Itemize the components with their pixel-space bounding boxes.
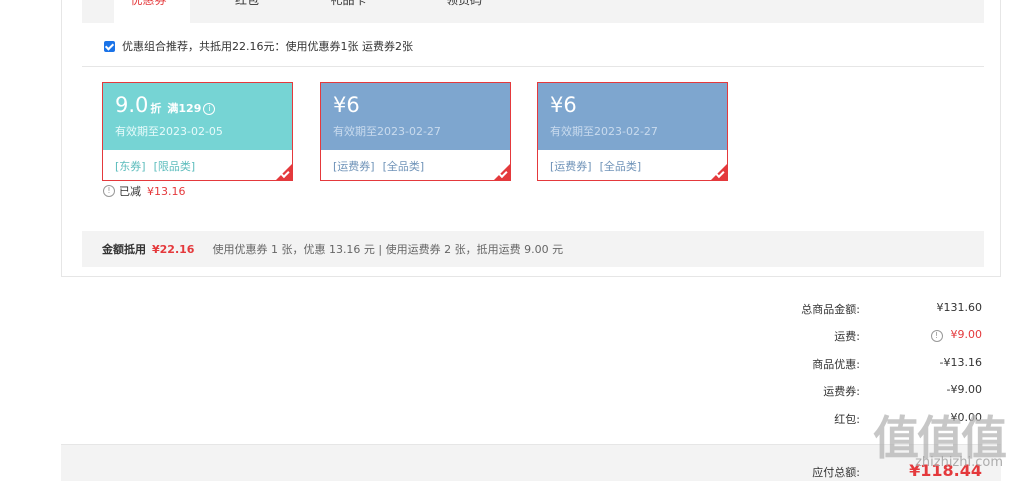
coupon-tag: [运费券] [550, 160, 592, 173]
tab-coupons-dot: • [168, 0, 174, 2]
coupon-tag: [运费券] [333, 160, 375, 173]
info-icon[interactable]: ! [930, 330, 943, 342]
coupon-unit: 折 [150, 102, 162, 115]
coupon-amount: ¥6 [333, 93, 360, 117]
goods-discount-value: -¥13.16 [939, 356, 982, 369]
payable-label: 应付总额: [812, 466, 860, 479]
coupon-value: ¥6 [333, 93, 360, 117]
tab-coupons[interactable]: 优惠券• [114, 0, 190, 23]
coupon-condition: 满129 [167, 102, 202, 115]
total-goods-value: ¥131.60 [936, 301, 983, 314]
tab-gift-cards-dot: • [368, 0, 374, 2]
freight-coupon-row: 运费券: -¥9.00 [682, 383, 982, 403]
coupon-card[interactable]: 9.0 折满129 i 有效期至2023-02-05 [东券] [限品类] [102, 82, 293, 181]
reduced-amount: ! 已减 ¥13.16 [103, 183, 186, 199]
tab-coupons-label: 优惠券 [130, 0, 167, 7]
summary-amount: ¥22.16 [152, 242, 195, 256]
combo-recommendation: 优惠组合推荐，共抵用22.16元：使用优惠券1张 运费券2张 [104, 38, 413, 54]
coupon-head: ¥6 有效期至2023-02-27 [538, 83, 727, 150]
coupon-head: 9.0 折满129 i 有效期至2023-02-05 [103, 83, 292, 150]
coupon-tag: [全品类] [382, 160, 425, 173]
coupon-value: 9.0 折满129 i [115, 93, 216, 117]
coupon-tags: [运费券] [全品类] [333, 158, 432, 174]
coupon-card[interactable]: ¥6 有效期至2023-02-27 [运费券] [全品类] [320, 82, 511, 181]
goods-discount-row: 商品优惠: -¥13.16 [682, 356, 982, 376]
freight-coupon-label: 运费券: [823, 385, 860, 398]
coupon-validity: 有效期至2023-02-27 [333, 125, 441, 138]
tab-red-packets-label: 红包 [234, 0, 259, 7]
freight-value: ¥9.00 [950, 328, 983, 341]
coupon-card[interactable]: ¥6 有效期至2023-02-27 [运费券] [全品类] [537, 82, 728, 181]
combo-checkbox[interactable] [104, 40, 115, 52]
tab-pickup-codes[interactable]: 领货码 [432, 0, 496, 23]
freight-label: 运费: [834, 330, 860, 343]
red-packet-label: 红包: [834, 413, 860, 426]
summary-detail: 使用优惠券 1 张，优惠 13.16 元 | 使用运费券 2 张，抵用运费 9.… [212, 243, 564, 256]
coupon-amount: ¥6 [550, 93, 577, 117]
coupon-tags: [运费券] [全品类] [550, 158, 649, 174]
reduced-value: ¥13.16 [147, 184, 186, 198]
total-goods-label: 总商品金额: [801, 303, 860, 316]
coupon-amount: 9.0 [115, 93, 149, 117]
goods-discount-label: 商品优惠: [812, 358, 860, 371]
tab-pickup-codes-label: 领货码 [445, 0, 482, 7]
coupon-validity: 有效期至2023-02-27 [550, 125, 658, 138]
discount-tabs: 优惠券• 红包 礼品卡• 领货码 [82, 0, 984, 23]
info-icon[interactable]: ! [103, 185, 115, 197]
coupon-tags: [东券] [限品类] [115, 158, 203, 174]
freight-row: 运费: ! ¥9.00 [682, 328, 982, 348]
tab-red-packets[interactable]: 红包 [217, 0, 277, 23]
coupon-tag: [限品类] [153, 160, 196, 173]
freight-coupon-value: -¥9.00 [946, 383, 982, 396]
total-goods-row: 总商品金额: ¥131.60 [682, 301, 982, 321]
summary-label: 金额抵用 [102, 243, 146, 256]
freight-value-wrap: ! ¥9.00 [930, 328, 983, 342]
tab-gift-cards[interactable]: 礼品卡• [317, 0, 387, 23]
reduced-label: 已减 [119, 185, 141, 198]
divider [82, 66, 984, 67]
combo-text: 优惠组合推荐，共抵用22.16元：使用优惠券1张 运费券2张 [122, 40, 413, 53]
coupon-validity: 有效期至2023-02-05 [115, 125, 223, 138]
coupon-value: ¥6 [550, 93, 577, 117]
tab-gift-cards-label: 礼品卡 [330, 0, 367, 7]
coupon-head: ¥6 有效期至2023-02-27 [321, 83, 510, 150]
info-icon[interactable]: i [203, 103, 216, 115]
coupon-tag: [全品类] [599, 160, 642, 173]
coupon-tag: [东券] [115, 160, 146, 173]
watermark-site: zhizhizhi.com [915, 455, 1003, 470]
discount-summary: 金额抵用 ¥22.16 使用优惠券 1 张，优惠 13.16 元 | 使用运费券… [82, 231, 984, 267]
